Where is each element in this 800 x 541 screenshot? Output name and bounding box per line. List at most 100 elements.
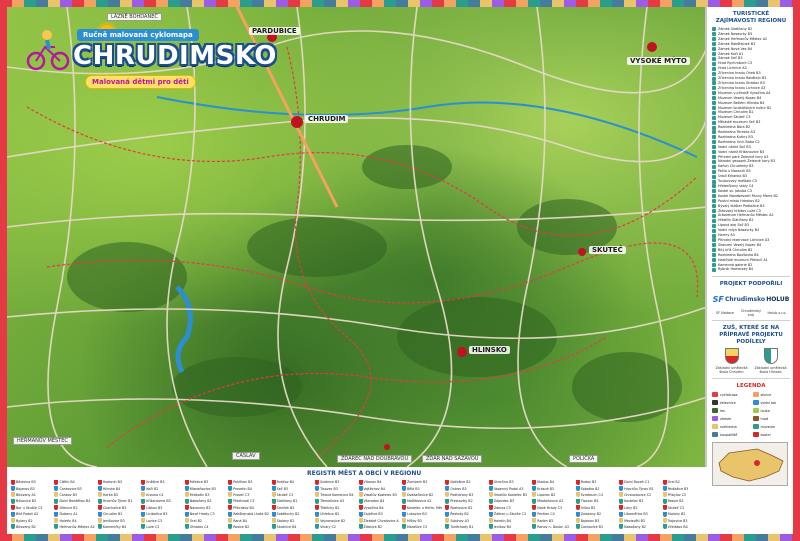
register-item-label: Jeníkov B4 [493,524,511,529]
register-item[interactable]: Rosice B2 [228,524,268,530]
edge-label: ŽĎÁREC NAD DOUBRAVOU [337,455,413,463]
register-item-label: Holetín B4 [59,518,77,523]
poi-item[interactable]: Rybník Hamerský B4 [712,267,790,272]
legend-item: hrad [752,415,791,422]
poi-marker-icon [712,37,716,42]
municipality-crest-icon [184,479,189,485]
poi-marker-icon [712,169,716,174]
register-item[interactable]: Otradov C4 [184,524,225,530]
city-label-skutec[interactable]: SKUTEČ [589,246,626,254]
poi-marker-icon [712,208,716,213]
municipality-crest-icon [488,486,493,492]
municipality-crest-icon [141,505,146,511]
municipality-crest-icon [271,479,276,485]
register-item[interactable]: Morašice C3 [401,524,442,530]
register-item-label: Slatiňany B2 [276,499,298,504]
municipality-crest-icon [575,511,580,517]
register-item-label: Ronov n. Doubr. A3 [537,524,569,529]
register-item[interactable]: Jeníkov B4 [488,524,529,530]
register-item-label: Dubany A1 [59,512,78,517]
city-label-vysoke-myto[interactable]: VYSOKÉ MÝTO [627,57,690,65]
legend-swatch-icon [752,424,759,430]
register-item-label: Dolní Bezděkov B4 [59,499,91,504]
municipality-crest-icon [532,505,537,511]
poi-marker-icon [712,213,716,218]
city-label-chrudim[interactable]: CHRUDIM [305,115,349,123]
sponsor-captions: SF Nadace Chrudimský kraj Holub s.r.o. [712,309,790,317]
register-item-label: Perálec C4 [537,512,555,517]
legend-item: louka [752,407,791,414]
register-item[interactable]: Heřmanův Městec A2 [54,524,95,530]
municipality-crest-icon [11,511,15,517]
city-label-hlinsko[interactable]: HLINSKO [469,346,510,354]
poi-marker-icon [712,27,716,32]
poi-marker-icon [712,238,716,243]
municipality-crest-icon [401,524,406,530]
register-item-label: Rosice B2 [667,499,684,504]
register-item-label: Horka B3 [102,492,119,497]
register-item-label: Liboměřice B3 [624,512,648,517]
municipality-crest-icon [358,486,363,492]
municipality-crest-icon [575,498,580,504]
register-item-label: Úherčice B3 [493,480,514,485]
register-item[interactable]: Čankovice B3 [575,524,616,530]
register-item-label: Čankovice B3 [59,486,82,491]
register-item[interactable]: Studnice B4 [271,524,312,530]
municipality-crest-icon [184,518,189,524]
register-item[interactable]: Ronov n. Doubr. A3 [532,524,572,530]
register-item[interactable]: Kameničky B4 [97,524,138,530]
municipality-crest-icon [662,486,667,492]
helpers-heading: ZUŠ, KTERÉ SE NA PŘÍPRAVĚ PROJEKTU PODÍL… [719,325,783,346]
municipality-crest-icon [662,479,667,485]
register-item[interactable]: Vinary C2 [315,524,355,530]
municipality-crest-icon [141,479,146,485]
poi-marker-icon [712,140,716,145]
city-label-pardubice[interactable]: PARDUBICE [249,27,300,35]
municipality-crest-icon [401,486,406,492]
legend-item: les [712,407,750,414]
poi-marker-icon [712,184,716,189]
sponsor-logo-chrudimsko: Chrudimsko [724,295,766,303]
municipality-crest-icon [532,518,537,524]
municipality-crest-icon [271,524,276,530]
municipality-crest-icon [619,498,624,504]
municipality-crest-icon [11,479,15,485]
poi-marker-icon [712,253,716,258]
register-item-label: Chacholice B3 [102,505,127,510]
register-item-label: Nabočany B2 [189,499,212,504]
poi-marker-icon [712,179,716,184]
register-item[interactable]: Bítovany B2 [11,524,51,530]
municipality-crest-icon [401,505,406,511]
register-item-label: Svídnice B3 [320,480,340,485]
legend-label: muzeum [760,424,776,429]
poi-marker-icon [712,61,716,66]
register-item-label: Smrček B3 [276,505,295,510]
sponsor-caption: SF Nadace [716,311,734,316]
register-item-label: Nabočany B2 [624,524,647,529]
register-item[interactable]: Nabočany B2 [619,524,659,530]
register-item-label: Prosetín B4 [233,486,252,491]
register-item[interactable]: Včelákov B4 [662,524,703,530]
municipality-crest-icon [184,486,189,492]
register-item-label: Ždánice B2 [363,524,383,529]
municipality-crest-icon [11,524,15,530]
register-item-label: Vršov B3 [580,505,596,510]
municipality-register: REGISTR MĚST A OBCÍ V REGIONU Běstvina B… [7,469,707,534]
municipality-crest-icon [228,486,233,492]
register-item-label: Rabštejnská Lhota B2 [233,512,269,517]
municipality-crest-icon [532,479,537,485]
map-canvas[interactable]: Ručně malovaná cyklomapa CHRUDIMSKO Malo… [7,7,707,467]
register-item[interactable]: Ždánice B2 [358,524,399,530]
poi-marker-icon [712,145,716,150]
register-item[interactable]: Tuněchody B1 [445,524,485,530]
municipality-crest-icon [97,518,102,524]
poi-marker-icon [712,199,716,204]
sponsor-logo-holub: HOLUB [766,295,790,303]
register-item[interactable]: Luže C3 [141,524,181,530]
register-item-label: Hrochův Týnec B1 [102,499,133,504]
municipality-crest-icon [54,511,59,517]
municipality-crest-icon [315,518,320,524]
poi-marker-icon [712,86,716,91]
register-item-label: Lány B2 [624,505,638,510]
register-item-label: Holetín B4 [493,518,511,523]
